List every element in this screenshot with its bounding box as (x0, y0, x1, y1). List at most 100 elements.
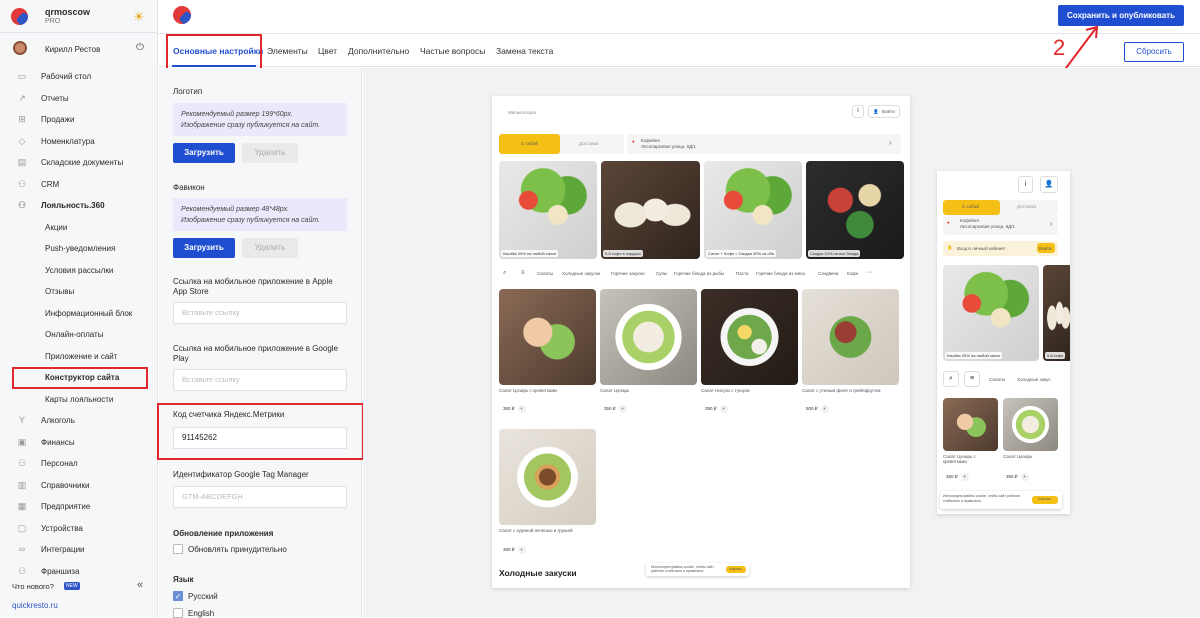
sidebar-item-devices[interactable]: ▢ Устройства (0, 518, 158, 540)
tab-text-replace[interactable]: Замена текста (496, 46, 553, 56)
plus-icon[interactable]: + (719, 405, 728, 413)
collapse-icon[interactable]: « (137, 579, 143, 591)
apple-link-input[interactable]: Вставьте ссылку (173, 302, 347, 324)
whats-new-link[interactable]: Что нового? (12, 582, 54, 591)
cat-tab[interactable]: Холодные закуски (562, 271, 600, 276)
cat-tab[interactable]: Горячие блюда из мяса (756, 271, 805, 276)
favicon-delete-button[interactable]: Удалить (242, 238, 298, 258)
plus-icon[interactable]: + (820, 405, 829, 413)
cat-tab[interactable]: Кофе (847, 271, 858, 276)
promo-card[interactable]: Кэшбек 25% на любой салат (499, 161, 597, 259)
google-link-input[interactable]: Вставьте ссылку (173, 369, 347, 391)
plus-icon[interactable]: + (517, 546, 526, 554)
plus-icon[interactable]: + (1020, 473, 1029, 481)
sidebar-item-crm[interactable]: ⚇ CRM (0, 174, 158, 196)
reset-button[interactable]: Сбросить (1124, 42, 1184, 62)
cat-tab[interactable]: Сэндвичи (818, 271, 838, 276)
product-price[interactable]: 350 ₽ + (503, 405, 526, 413)
preview-takeaway-tab[interactable]: С собой (499, 134, 560, 154)
sidebar-sub-promos[interactable]: Акции (0, 217, 158, 239)
site-link[interactable]: quickresto.ru (12, 601, 58, 610)
cat-tab[interactable]: Горячие закуски (611, 271, 645, 276)
sidebar-sub-app-site[interactable]: Приложение и сайт (0, 346, 158, 368)
mob-product-image[interactable] (943, 398, 998, 451)
user-profile[interactable]: Кирилл Рестов ⏻ (0, 34, 158, 62)
mob-product-price[interactable]: 350 ₽ + (946, 473, 969, 481)
power-icon[interactable]: ⏻ (136, 42, 144, 53)
tab-faq[interactable]: Частые вопросы (420, 46, 485, 56)
more-icon[interactable]: ··· (866, 269, 873, 276)
mob-filter-icon[interactable]: ≡ (964, 371, 980, 387)
mob-info-icon[interactable]: i (1018, 176, 1033, 193)
mob-search-icon[interactable]: ⌕ (943, 371, 959, 387)
publish-button[interactable]: Сохранить и опубликовать (1058, 5, 1184, 26)
logo-delete-button[interactable]: Удалить (242, 143, 298, 163)
cat-tab[interactable]: Салаты (537, 271, 553, 276)
logo-upload-button[interactable]: Загрузить (173, 143, 235, 163)
sidebar-sub-site-builder[interactable]: Конструктор сайта (12, 367, 148, 389)
plus-icon[interactable]: + (517, 405, 526, 413)
plus-icon[interactable]: + (960, 473, 969, 481)
product-price[interactable]: 500 ₽ + (806, 405, 829, 413)
product-image[interactable] (802, 289, 899, 385)
mob-cat-tab[interactable]: Холодные закус (1017, 377, 1051, 382)
plus-icon[interactable]: + (618, 405, 627, 413)
lang-ru-checkbox[interactable]: ✓ (173, 591, 183, 601)
sidebar-sub-mailing[interactable]: Условия рассылки (0, 260, 158, 282)
gtm-input[interactable]: GTM-ABCDEFGH (173, 486, 347, 508)
tab-advanced[interactable]: Дополнительно (348, 46, 409, 56)
mob-delivery-tab[interactable]: Доставка (1017, 204, 1036, 209)
sidebar-item-enterprise[interactable]: ▦ Предприятие (0, 496, 158, 518)
sidebar-sub-reviews[interactable]: Отзывы (0, 281, 158, 303)
preview-search-icon[interactable]: ⌕ (503, 270, 506, 277)
promo-card[interactable]: 5-й кофе в подарок (601, 161, 700, 259)
product-image[interactable] (600, 289, 697, 385)
product-price[interactable]: 390 ₽ + (705, 405, 728, 413)
preview-info-icon[interactable]: i (852, 105, 864, 118)
sidebar-item-staff[interactable]: ⚇ Персонал (0, 453, 158, 475)
preview-filter-icon[interactable]: ≡ (521, 270, 525, 276)
cat-tab[interactable]: Паста (736, 271, 749, 276)
theme-sun-icon[interactable]: ☀ (133, 9, 145, 25)
product-price[interactable]: 390 ₽ + (503, 546, 526, 554)
preview-login-button[interactable]: 👤 Войти (868, 105, 900, 118)
product-image[interactable] (499, 289, 596, 385)
mob-user-icon[interactable]: 👤 (1040, 176, 1058, 193)
product-price[interactable]: 350 ₽ + (604, 405, 627, 413)
account-switcher[interactable]: qrmoscow PRO ☀ (0, 0, 158, 33)
promo-card[interactable]: Скидка 10% на все блюда (806, 161, 904, 259)
product-image[interactable] (701, 289, 798, 385)
favicon-upload-button[interactable]: Загрузить (173, 238, 235, 258)
sidebar-item-reports[interactable]: ↗ Отчеты (0, 88, 158, 110)
preview-delivery-tab[interactable]: Доставка (579, 141, 598, 146)
promo-card[interactable]: Салат + Кофе = Скидка 30% за оба (704, 161, 802, 259)
product-image[interactable] (499, 429, 596, 525)
mob-promo-card[interactable]: 5-й кофе (1043, 265, 1070, 361)
sidebar-sub-loyalty-cards[interactable]: Карты лояльности (0, 389, 158, 411)
sidebar-item-nomenclature[interactable]: ◇ Номенклатура (0, 131, 158, 153)
sidebar-item-loyalty[interactable]: ⚇ Лояльность.360 (0, 195, 158, 217)
tab-elements[interactable]: Элементы (267, 46, 308, 56)
sidebar-item-alcohol[interactable]: Y Алкоголь (0, 410, 158, 432)
mob-cat-tab[interactable]: Салаты (989, 377, 1005, 382)
preview-address[interactable]: ● Кофейня Лесопарковая улица, 9Д/1 › (627, 134, 901, 154)
sidebar-sub-push[interactable]: Push-уведомления (0, 238, 158, 260)
sidebar-item-integrations[interactable]: ∞ Интеграции (0, 539, 158, 561)
mob-login-button[interactable]: Войти (1037, 243, 1055, 253)
sidebar-item-desktop[interactable]: ▭ Рабочий стол (0, 66, 158, 88)
mob-promo-card[interactable]: Кэшбек 25% на любой салат (943, 265, 1039, 361)
force-update-checkbox[interactable] (173, 544, 183, 554)
sidebar-sub-payments[interactable]: Онлайн-оплаты (0, 324, 158, 346)
cookie-ok-button[interactable]: Хорошо (726, 566, 746, 573)
sidebar-item-finance[interactable]: ▣ Финансы (0, 432, 158, 454)
cat-tab[interactable]: Горячие блюда из рыбы (674, 271, 724, 276)
mob-product-image[interactable] (1003, 398, 1058, 451)
sidebar-sub-infoblock[interactable]: Информационный блок (0, 303, 158, 325)
tab-color[interactable]: Цвет (318, 46, 337, 56)
cat-tab[interactable]: Супы (656, 271, 667, 276)
sidebar-item-references[interactable]: ▥ Справочники (0, 475, 158, 497)
sidebar-item-warehouse[interactable]: ▤ Складские документы (0, 152, 158, 174)
mob-login-banner[interactable]: ✋ Вход в личный кабинет Войти (943, 241, 1058, 256)
mob-address[interactable]: ● Кофейня Лесопарковая улица, 9Д/1 › (943, 215, 1058, 235)
mob-product-price[interactable]: 350 ₽ + (1006, 473, 1029, 481)
